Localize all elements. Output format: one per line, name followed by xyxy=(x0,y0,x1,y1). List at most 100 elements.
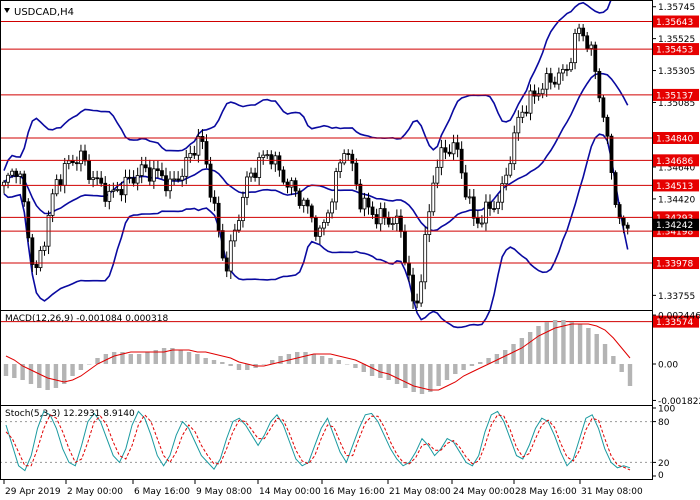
level-tag-label: 1.34686 xyxy=(656,157,693,167)
macd-bar xyxy=(136,354,142,364)
macd-bar xyxy=(87,364,92,365)
candle-body xyxy=(390,223,395,225)
macd-bar xyxy=(195,354,200,364)
macd-bar xyxy=(128,354,133,364)
macd-bar xyxy=(461,364,466,370)
symbol-header: USDCAD,H4 xyxy=(4,7,74,18)
macd-bar xyxy=(519,338,525,364)
candle-body xyxy=(613,172,618,205)
macd-bar xyxy=(211,360,217,364)
candle-body xyxy=(589,44,594,49)
candle-body xyxy=(350,153,355,164)
macd-bar xyxy=(627,364,633,386)
candle-body xyxy=(147,167,152,182)
candle-body xyxy=(342,153,347,164)
candle-body xyxy=(548,73,553,83)
candle-body xyxy=(459,148,464,174)
time-tick-label: 6 May 16:00 xyxy=(134,487,190,497)
macd-bar xyxy=(319,356,325,364)
candle-body xyxy=(370,206,375,215)
macd-bar xyxy=(394,364,400,384)
candle-body xyxy=(443,147,448,153)
stochastic-tick-label: 100 xyxy=(658,405,675,415)
candle-body xyxy=(119,189,124,196)
candle-body xyxy=(164,175,168,192)
candle-body xyxy=(265,154,270,157)
candle-body xyxy=(374,214,379,225)
candle-body xyxy=(492,208,496,210)
candle-body xyxy=(200,136,205,142)
macd-bar xyxy=(111,352,117,364)
macd-title: MACD(12,26,9) -0.001084 0.000318 xyxy=(5,314,168,324)
macd-bar xyxy=(328,358,333,364)
stochastic-tick-label: 80 xyxy=(658,418,670,428)
candle-body xyxy=(313,217,318,237)
usdcad-chart: USDCAD,H4 1.357451.355251.353051.350851.… xyxy=(0,0,700,500)
candle-body xyxy=(26,201,31,239)
price-tick-label: 1.33755 xyxy=(658,292,695,302)
candle-body xyxy=(309,205,314,219)
candle-body xyxy=(524,111,529,114)
candle-body xyxy=(479,222,484,225)
candle-body xyxy=(220,230,225,259)
macd-bar xyxy=(311,354,317,364)
time-tick-label: 24 May 00:00 xyxy=(453,487,515,497)
candle-body xyxy=(471,196,476,219)
candle-body xyxy=(281,169,286,183)
macd-bar xyxy=(145,352,150,364)
candle-body xyxy=(322,221,326,229)
candle-body xyxy=(585,35,590,49)
candle-body xyxy=(143,164,148,169)
candle-body xyxy=(62,163,67,186)
candle-body xyxy=(83,150,87,162)
candle-body xyxy=(289,180,294,188)
candle-body xyxy=(358,183,363,210)
macd-bar xyxy=(178,350,183,364)
candle-body xyxy=(111,189,116,192)
macd-bar xyxy=(303,352,308,364)
candle-body xyxy=(516,116,521,134)
candle-body xyxy=(415,300,420,304)
candle-body xyxy=(30,237,35,265)
candle-body xyxy=(419,281,424,304)
level-tag-label: 1.35643 xyxy=(656,18,693,28)
macd-bar xyxy=(286,354,292,364)
candle-body xyxy=(34,264,39,269)
candle-body xyxy=(354,162,359,185)
macd-bar xyxy=(419,364,425,394)
candle-body xyxy=(500,183,505,203)
macd-bar xyxy=(586,328,591,364)
macd-bar xyxy=(453,364,458,374)
macd-bar xyxy=(336,360,341,364)
macd-bar xyxy=(444,364,450,380)
candle-body xyxy=(625,224,630,229)
macd-bar xyxy=(3,364,9,376)
macd-bar xyxy=(536,326,541,364)
macd-bar xyxy=(594,334,599,364)
level-tag-label: 1.35453 xyxy=(656,46,693,56)
time-tick-label: 29 Apr 2019 xyxy=(5,487,61,497)
candle-body xyxy=(508,163,513,176)
candle-body xyxy=(269,154,274,165)
candle-body xyxy=(91,177,95,180)
candle-body xyxy=(87,160,91,180)
candle-body xyxy=(160,170,164,177)
candle-body xyxy=(577,27,581,34)
candle-body xyxy=(386,217,391,225)
candle-body xyxy=(467,196,472,199)
candle-body xyxy=(139,164,144,176)
time-tick-label: 9 May 08:00 xyxy=(196,487,252,497)
candle-body xyxy=(435,166,440,184)
candle-body xyxy=(297,190,302,206)
time-tick-label: 21 May 08:00 xyxy=(389,487,451,497)
macd-bar xyxy=(544,322,549,364)
candle-body xyxy=(38,250,43,269)
candle-body xyxy=(556,72,561,85)
macd-bar xyxy=(236,364,242,370)
candle-body xyxy=(22,173,27,203)
time-tick-label: 14 May 00:00 xyxy=(259,487,321,497)
candle-body xyxy=(439,147,444,168)
price-tick-label: 1.35305 xyxy=(658,67,695,77)
macd-bar xyxy=(261,364,267,365)
candle-body xyxy=(601,97,606,118)
